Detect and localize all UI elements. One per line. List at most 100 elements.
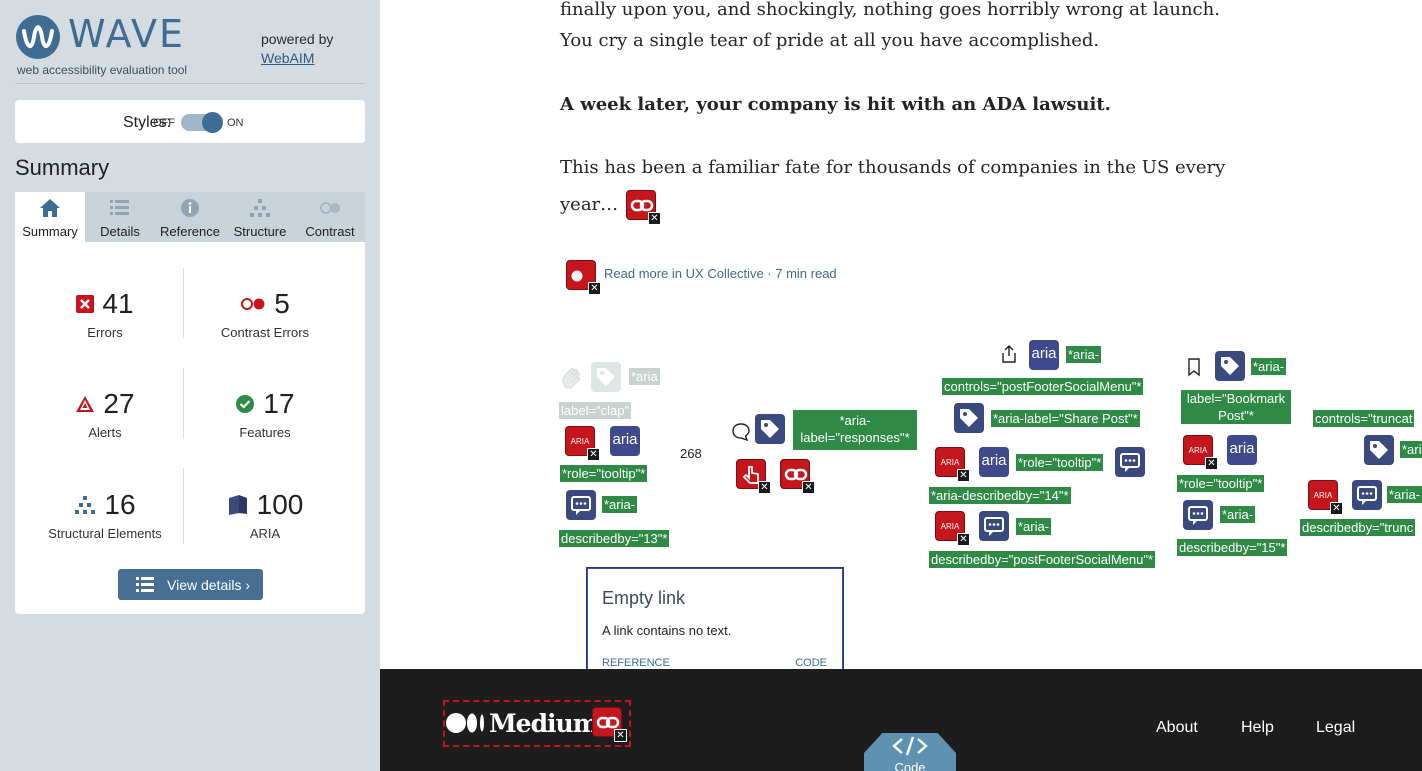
tooltip-reference-link[interactable]: REFERENCE [602, 657, 670, 669]
tab-structure[interactable]: Structure [225, 192, 295, 242]
aria-feature-icon[interactable]: aria [1029, 340, 1059, 370]
describedby-icon[interactable] [1183, 500, 1213, 530]
share-icon[interactable] [1000, 344, 1018, 364]
aria-alert-icon[interactable]: ARIA ✕ [1183, 435, 1218, 470]
aria-label-tag-icon[interactable] [954, 403, 984, 433]
tab-label: Details [100, 224, 140, 239]
stat-aria[interactable]: 100 ARIA [185, 488, 345, 541]
tooltip-body: A link contains no text. [602, 623, 732, 638]
error-icon [76, 295, 95, 313]
aria-text: aria [981, 452, 1007, 469]
styles-toggle[interactable] [181, 112, 223, 133]
aria-alert-icon[interactable]: ARIA ✕ [565, 426, 600, 461]
tab-details[interactable]: Details [85, 192, 155, 242]
describedby-icon[interactable] [1352, 480, 1382, 510]
tag-icon [960, 409, 978, 427]
aria-text: ARIA [1313, 491, 1333, 500]
stat-alerts[interactable]: 27 Alerts [25, 387, 185, 440]
comment-icon[interactable] [731, 422, 751, 442]
stat-structural[interactable]: 16 Structural Elements [25, 488, 185, 541]
tab-order-error-icon[interactable]: ✕ [736, 459, 771, 494]
info-icon [181, 199, 199, 217]
tab-contrast[interactable]: Contrast [295, 192, 365, 242]
stat-contrast[interactable]: 5 Contrast Errors [185, 287, 345, 340]
aria-alert-icon[interactable]: ARIA ✕ [1308, 480, 1343, 515]
aria-label-tag-icon[interactable] [755, 414, 785, 444]
styles-on-label: ON [227, 117, 244, 129]
aria-label-tag-icon[interactable] [1364, 435, 1394, 465]
tab-label: Contrast [305, 224, 355, 239]
empty-link-error-icon[interactable]: ✕ [592, 707, 627, 742]
describedby-icon[interactable] [1115, 447, 1145, 477]
aria-label-annotation: label="clap" [559, 402, 632, 419]
aria-describedby-annotation: *aria- [602, 496, 638, 513]
aria-controls-annotation: controls="postFooterSocialMenu"* [942, 378, 1144, 395]
tab-label: Summary [22, 224, 78, 239]
aria-describedby-annotation: describedby="postFooterSocialMenu"* [929, 551, 1156, 568]
tab-label: Reference [160, 224, 220, 239]
structural-label: Structural Elements [48, 526, 162, 541]
view-details-button[interactable]: View details › [118, 569, 263, 600]
clap-icon[interactable] [559, 365, 585, 391]
annotation-line: *aria- [839, 413, 871, 428]
aria-text: aria [612, 431, 638, 448]
view-details-label: View details › [167, 577, 251, 593]
summary-heading: Summary [15, 155, 110, 180]
article-line: finally upon you, and shockingly, nothin… [560, 0, 1220, 20]
list-icon [110, 200, 129, 215]
tag-icon [761, 420, 779, 438]
empty-link-error-icon[interactable]: ✕ [626, 190, 661, 225]
wave-sidebar: WAVE web accessibility evaluation tool p… [0, 0, 380, 771]
read-more-link[interactable]: Read more in UX Collective · 7 min read [604, 266, 837, 281]
structural-count: 16 [104, 489, 136, 520]
aria-text: aria [1229, 440, 1255, 457]
stat-errors[interactable]: 41 Errors [25, 287, 185, 340]
describedby-icon[interactable] [566, 490, 596, 520]
aria-label-annotation: *aria-label="Share Post"* [991, 410, 1140, 427]
wave-brand: WAVE web accessibility evaluation tool p… [15, 12, 365, 84]
tab-summary[interactable]: Summary [15, 192, 85, 242]
clap-count: 268 [680, 446, 702, 461]
aria-role-annotation: *role="tooltip"* [1016, 454, 1104, 471]
error-x-badge: ✕ [957, 533, 970, 546]
alerts-count: 27 [103, 388, 135, 419]
error-x-badge: ✕ [588, 282, 601, 295]
tab-reference[interactable]: Reference [155, 192, 225, 242]
tag-icon [1221, 357, 1239, 375]
article-line: You cry a single tear of pride at all yo… [560, 30, 1100, 51]
errors-label: Errors [87, 325, 123, 340]
describedby-icon[interactable] [979, 511, 1009, 541]
aria-feature-icon[interactable]: aria [1227, 435, 1257, 465]
errors-count: 41 [102, 288, 134, 319]
aria-alert-icon[interactable]: ARIA ✕ [935, 447, 970, 482]
aria-feature-icon[interactable]: aria [979, 447, 1009, 477]
footer-link-about[interactable]: About [1156, 719, 1198, 737]
styles-off-label: OFF [153, 117, 175, 129]
code-badge-label: Code [894, 760, 926, 771]
code-toggle-button[interactable]: Code [864, 733, 956, 771]
tag-icon [1370, 441, 1388, 459]
check-circle-icon [236, 395, 255, 413]
hierarchy-icon [75, 496, 96, 514]
footer-link-help[interactable]: Help [1241, 719, 1274, 737]
wave-tabs: Summary Details Reference Structure Cont… [15, 192, 365, 242]
footer-link-legal[interactable]: Legal [1316, 719, 1355, 737]
speech-bubble-icon [1357, 486, 1377, 505]
stat-features[interactable]: 17 Features [185, 387, 345, 440]
wave-wordmark: WAVE [68, 12, 186, 56]
contrast-error-badge[interactable]: ✕ [566, 260, 601, 295]
aria-label-annotation: *ari [1400, 441, 1422, 458]
aria-alert-icon[interactable]: ARIA ✕ [935, 511, 970, 546]
aria-text: ARIA [940, 458, 960, 467]
features-count: 17 [263, 388, 295, 419]
aria-feature-icon[interactable]: aria [610, 426, 640, 456]
aria-describedby-annotation: *aria- [1016, 518, 1052, 535]
tooltip-code-link[interactable]: CODE [795, 657, 827, 669]
speech-bubble-icon [1188, 506, 1208, 525]
webaim-link[interactable]: WebAIM [261, 49, 333, 68]
bookmark-icon[interactable] [1186, 357, 1202, 377]
empty-link-error-icon[interactable]: ✕ [780, 459, 815, 494]
powered-by-label: powered by [261, 31, 334, 47]
aria-label-tag-icon[interactable] [1215, 351, 1245, 381]
tag-icon-faded[interactable] [591, 362, 621, 392]
